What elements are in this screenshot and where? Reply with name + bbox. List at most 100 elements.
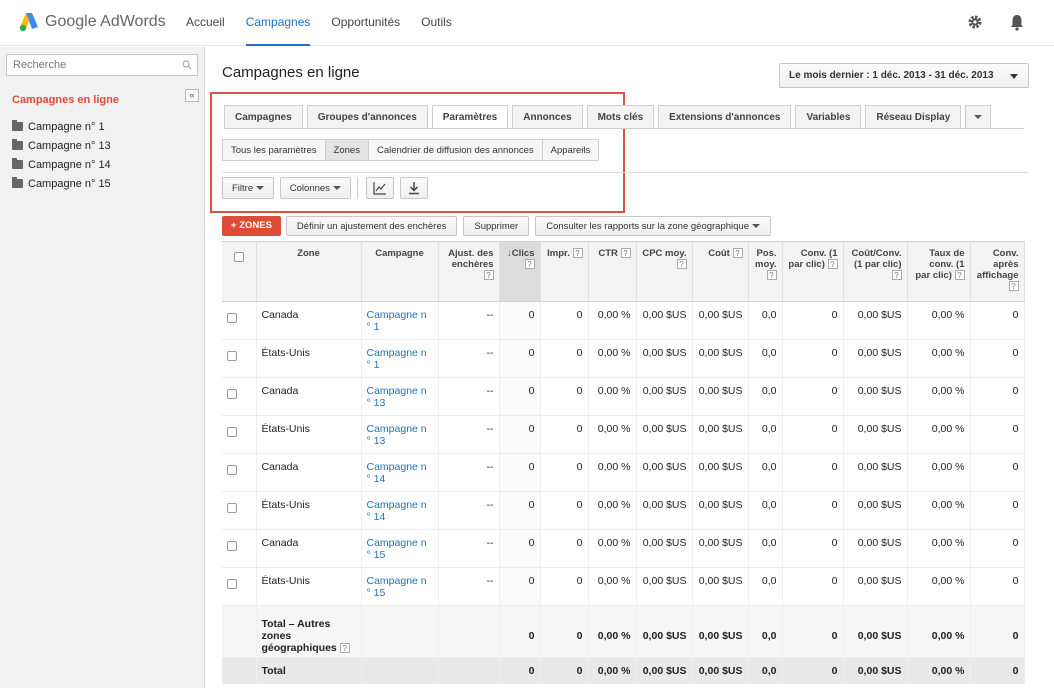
tab-mots-cles[interactable]: Mots clés bbox=[586, 105, 655, 128]
campaign-link[interactable]: Campagne n ° 1 bbox=[361, 301, 439, 340]
gear-icon[interactable] bbox=[966, 13, 984, 31]
select-all-checkbox[interactable] bbox=[233, 252, 244, 262]
bid-adjust-cell[interactable]: -- bbox=[438, 529, 500, 568]
geo-reports-button[interactable]: Consulter les rapports sur la zone géogr… bbox=[535, 216, 771, 236]
table-header-row: Zone Campagne Ajust. des enchères ? ↓Cli… bbox=[222, 241, 1025, 302]
campaign-link[interactable]: Campagne n ° 1 bbox=[361, 339, 439, 378]
campaign-link[interactable]: Campagne n ° 13 bbox=[361, 415, 439, 454]
row-checkbox[interactable] bbox=[227, 503, 237, 513]
tab-extensions[interactable]: Extensions d'annonces bbox=[658, 105, 792, 128]
row-select-cell bbox=[222, 415, 257, 454]
row-checkbox[interactable] bbox=[227, 579, 237, 589]
zone-cell: États-Unis bbox=[256, 491, 362, 530]
subtab-calendrier[interactable]: Calendrier de diffusion des annonces bbox=[368, 140, 543, 160]
subtab-tous-parametres[interactable]: Tous les paramètres bbox=[223, 140, 326, 160]
campaign-link[interactable]: Campagne n ° 14 bbox=[361, 453, 439, 492]
header-taux-conv[interactable]: Taux de conv. (1 par clic) ? bbox=[907, 241, 971, 302]
help-icon[interactable]: ? bbox=[572, 248, 583, 259]
help-icon[interactable]: ? bbox=[339, 642, 350, 653]
header-ajust-encheres[interactable]: Ajust. des enchères ? bbox=[438, 241, 500, 302]
header-cout-conv[interactable]: Coût/Conv. (1 par clic) ? bbox=[843, 241, 908, 302]
bid-adjust-cell[interactable]: -- bbox=[438, 301, 500, 340]
help-icon[interactable]: ? bbox=[524, 259, 535, 270]
sidebar-item-campagne-14[interactable]: Campagne n° 14 bbox=[12, 155, 111, 174]
more-tabs-button[interactable] bbox=[965, 105, 992, 128]
row-checkbox[interactable] bbox=[227, 313, 237, 323]
sidebar-heading[interactable]: Campagnes en ligne bbox=[12, 94, 119, 106]
help-icon[interactable]: ? bbox=[620, 248, 631, 259]
campaign-link[interactable]: Campagne n ° 15 bbox=[361, 529, 439, 568]
header-conv-affichage[interactable]: Conv. après affichage ? bbox=[970, 241, 1025, 302]
subtab-zones[interactable]: Zones bbox=[325, 140, 369, 160]
bid-adjust-cell[interactable]: -- bbox=[438, 377, 500, 416]
row-checkbox[interactable] bbox=[227, 389, 237, 399]
nav-campagnes[interactable]: Campagnes bbox=[245, 15, 310, 46]
sidebar-item-campagne-1[interactable]: Campagne n° 1 bbox=[12, 117, 111, 136]
header-ctr[interactable]: CTR ? bbox=[588, 241, 637, 302]
tab-reseau-display[interactable]: Réseau Display bbox=[865, 105, 962, 128]
bid-adjust-cell[interactable]: -- bbox=[438, 567, 500, 606]
table-row: Canada Campagne n ° 13 -- 0 0 0,00 % 0,00 $US 0… bbox=[222, 377, 1025, 416]
empty-cell bbox=[361, 657, 439, 684]
columns-button[interactable]: Colonnes bbox=[279, 177, 351, 199]
header-campagne[interactable]: Campagne bbox=[361, 241, 439, 302]
sidebar-item-campagne-13[interactable]: Campagne n° 13 bbox=[12, 136, 111, 155]
nav-opportunites[interactable]: Opportunités bbox=[331, 15, 400, 46]
header-pos[interactable]: Pos. moy. ? bbox=[748, 241, 783, 302]
campaign-link[interactable]: Campagne n ° 14 bbox=[361, 491, 439, 530]
help-icon[interactable]: ? bbox=[676, 259, 687, 270]
row-checkbox[interactable] bbox=[227, 427, 237, 437]
help-icon[interactable]: ? bbox=[891, 270, 902, 281]
collapse-sidebar-button[interactable]: « bbox=[185, 89, 199, 102]
row-checkbox[interactable] bbox=[227, 465, 237, 475]
download-button[interactable] bbox=[399, 177, 428, 199]
add-zones-button[interactable]: + ZONES bbox=[222, 216, 281, 236]
header-cpc[interactable]: CPC moy. ? bbox=[636, 241, 693, 302]
tab-campagnes[interactable]: Campagnes bbox=[224, 105, 303, 128]
search-input[interactable] bbox=[7, 55, 177, 75]
help-icon[interactable]: ? bbox=[1008, 281, 1019, 292]
date-range-selector[interactable]: Le mois dernier : 1 déc. 2013 - 31 déc. … bbox=[779, 63, 1029, 88]
campaign-link[interactable]: Campagne n ° 15 bbox=[361, 567, 439, 606]
help-icon[interactable]: ? bbox=[827, 259, 838, 270]
tab-divider bbox=[224, 128, 1024, 129]
tab-variables[interactable]: Variables bbox=[795, 105, 862, 128]
bid-adjust-cell[interactable]: -- bbox=[438, 491, 500, 530]
view-conv-cell: 0 bbox=[970, 567, 1025, 606]
tab-annonces[interactable]: Annonces bbox=[512, 105, 583, 128]
chart-button[interactable] bbox=[365, 177, 394, 199]
adjust-bids-button[interactable]: Définir un ajustement des enchères bbox=[285, 216, 458, 236]
campaign-link[interactable]: Campagne n ° 13 bbox=[361, 377, 439, 416]
bell-icon[interactable] bbox=[1008, 13, 1026, 31]
row-checkbox[interactable] bbox=[227, 541, 237, 551]
bid-adjust-cell[interactable]: -- bbox=[438, 453, 500, 492]
bid-adjust-cell[interactable]: -- bbox=[438, 415, 500, 454]
help-icon[interactable]: ? bbox=[732, 248, 743, 259]
nav-outils[interactable]: Outils bbox=[421, 15, 452, 46]
cost-conv-total-cell: 0,00 $US bbox=[843, 657, 908, 684]
header-conv[interactable]: Conv. (1 par clic) ? bbox=[782, 241, 844, 302]
nav-accueil[interactable]: Accueil bbox=[186, 15, 225, 46]
header-impr[interactable]: Impr. ? bbox=[540, 241, 589, 302]
header-cout[interactable]: Coût ? bbox=[692, 241, 749, 302]
header-zone[interactable]: Zone bbox=[256, 241, 362, 302]
sidebar-item-campagne-15[interactable]: Campagne n° 15 bbox=[12, 174, 111, 193]
tab-groupes-annonces[interactable]: Groupes d'annonces bbox=[306, 105, 428, 128]
help-icon[interactable]: ? bbox=[766, 270, 777, 281]
header-clics[interactable]: ↓Clics ? bbox=[499, 241, 541, 302]
subtab-appareils[interactable]: Appareils bbox=[542, 140, 599, 160]
view-conv-cell: 0 bbox=[970, 491, 1025, 530]
tab-parametres[interactable]: Paramètres bbox=[431, 105, 509, 129]
zone-cell: Canada bbox=[256, 529, 362, 568]
search-icon[interactable] bbox=[182, 60, 192, 70]
conv-rate-cell: 0,00 % bbox=[907, 415, 971, 454]
adwords-logo[interactable]: Google AdWords bbox=[18, 11, 166, 33]
help-icon[interactable]: ? bbox=[954, 270, 965, 281]
delete-button[interactable]: Supprimer bbox=[463, 216, 530, 236]
filter-button[interactable]: Filtre bbox=[222, 177, 274, 199]
bid-adjust-cell[interactable]: -- bbox=[438, 339, 500, 378]
empty-cell bbox=[361, 605, 439, 658]
help-icon[interactable]: ? bbox=[483, 270, 494, 281]
cost-cell: 0,00 $US bbox=[692, 567, 749, 606]
row-checkbox[interactable] bbox=[227, 351, 237, 361]
